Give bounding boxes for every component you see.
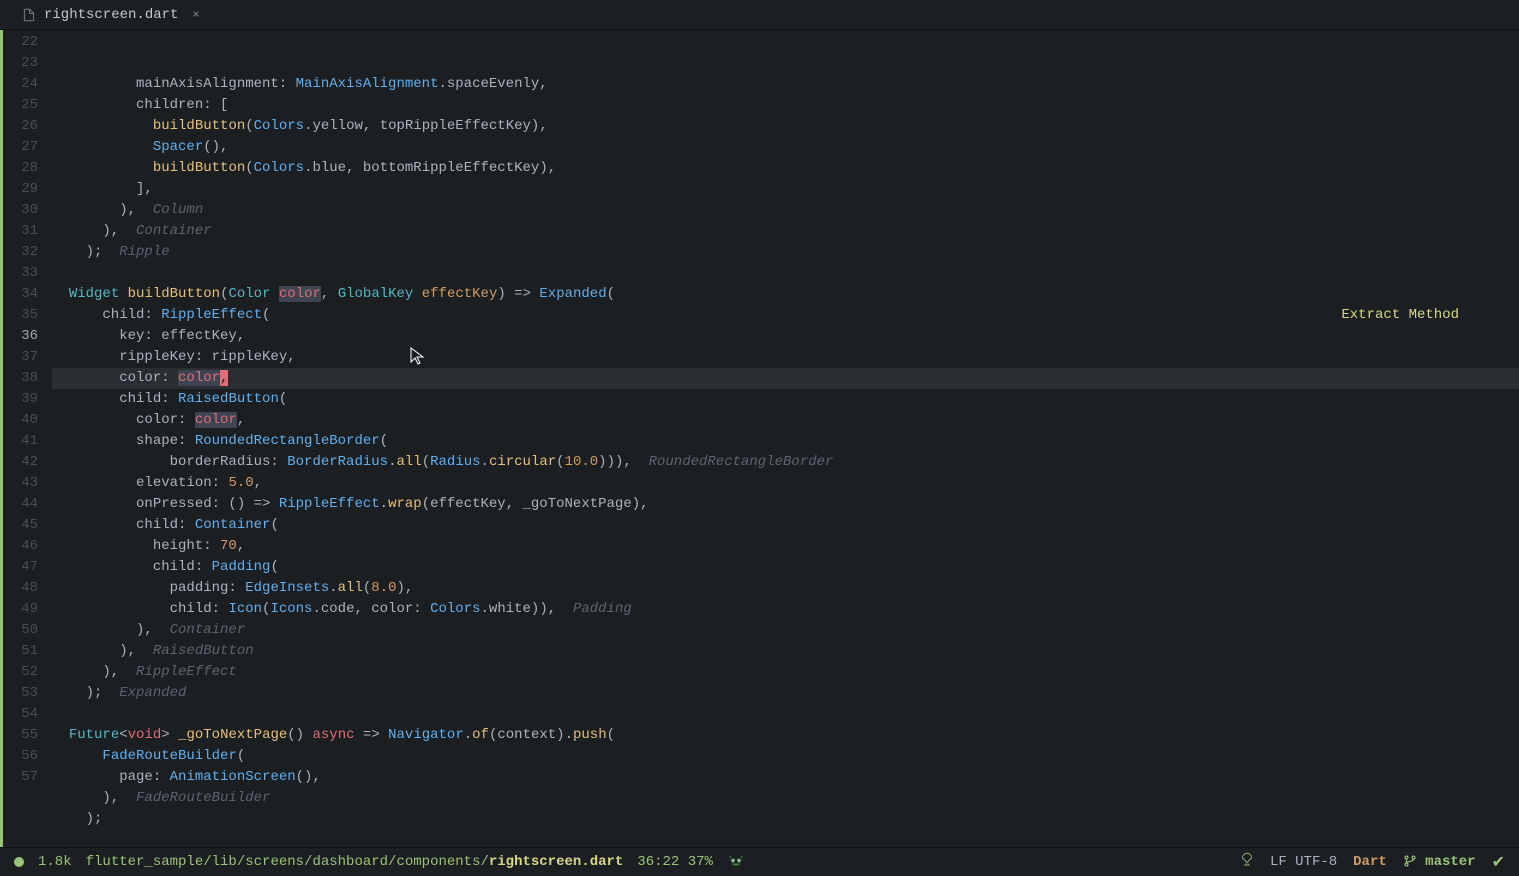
line-number: 57 (3, 767, 38, 788)
line-number: 30 (3, 200, 38, 221)
check-icon[interactable]: ✔ (1492, 852, 1505, 872)
line-number: 23 (3, 53, 38, 74)
code-line[interactable]: onPressed: () => RippleEffect.wrap(effec… (52, 494, 1519, 515)
tab-filename: rightscreen.dart (44, 7, 178, 23)
rocket-icon[interactable] (1240, 852, 1254, 871)
code-line[interactable]: ), RaisedButton (52, 641, 1519, 662)
code-line[interactable]: child: Container( (52, 515, 1519, 536)
file-tab[interactable]: rightscreen.dart × (12, 3, 210, 27)
code-line[interactable]: mainAxisAlignment: MainAxisAlignment.spa… (52, 74, 1519, 95)
code-line[interactable]: shape: RoundedRectangleBorder( (52, 431, 1519, 452)
line-number: 54 (3, 704, 38, 725)
branch-icon (1403, 854, 1417, 868)
language[interactable]: Dart (1353, 854, 1387, 870)
line-number: 50 (3, 620, 38, 641)
code-line[interactable]: color: color, (52, 410, 1519, 431)
line-number: 46 (3, 536, 38, 557)
code-line[interactable]: Spacer(), (52, 137, 1519, 158)
status-bar: 1.8k flutter_sample/lib/screens/dashboar… (0, 847, 1519, 875)
code-line[interactable]: ], (52, 179, 1519, 200)
tab-bar: rightscreen.dart × (0, 0, 1519, 30)
code-line[interactable]: borderRadius: BorderRadius.all(Radius.ci… (52, 452, 1519, 473)
code-line[interactable]: Future<void> _goToNextPage() async => Na… (52, 725, 1519, 746)
code-line[interactable]: ), Container (52, 620, 1519, 641)
line-number: 48 (3, 578, 38, 599)
line-number: 22 (3, 32, 38, 53)
code-content[interactable]: mainAxisAlignment: MainAxisAlignment.spa… (52, 30, 1519, 847)
line-number: 40 (3, 410, 38, 431)
code-line[interactable]: elevation: 5.0, (52, 473, 1519, 494)
code-line[interactable]: child: Padding( (52, 557, 1519, 578)
code-line[interactable]: ); Ripple (52, 242, 1519, 263)
encoding[interactable]: LF UTF-8 (1270, 854, 1337, 870)
line-number: 41 (3, 431, 38, 452)
line-number: 37 (3, 347, 38, 368)
code-line[interactable]: padding: EdgeInsets.all(8.0), (52, 578, 1519, 599)
line-number: 38 (3, 368, 38, 389)
file-path[interactable]: flutter_sample/lib/screens/dashboard/com… (86, 854, 624, 870)
line-number-gutter: 2223242526272829303132333435363738394041… (0, 30, 52, 847)
line-number: 36 (3, 326, 38, 347)
code-line[interactable]: Widget buildButton(Color color, GlobalKe… (52, 284, 1519, 305)
line-number: 35 (3, 305, 38, 326)
line-number: 32 (3, 242, 38, 263)
code-line[interactable]: key: effectKey, (52, 326, 1519, 347)
code-line[interactable]: ), RippleEffect (52, 662, 1519, 683)
code-line[interactable] (52, 704, 1519, 725)
code-line[interactable]: page: AnimationScreen(), (52, 767, 1519, 788)
line-number: 33 (3, 263, 38, 284)
line-number: 44 (3, 494, 38, 515)
code-line[interactable]: ), Container (52, 221, 1519, 242)
code-line[interactable]: height: 70, (52, 536, 1519, 557)
status-dot-icon (14, 857, 24, 867)
line-number: 45 (3, 515, 38, 536)
line-number: 56 (3, 746, 38, 767)
file-size: 1.8k (38, 854, 72, 870)
line-number: 42 (3, 452, 38, 473)
code-line[interactable]: FadeRouteBuilder( (52, 746, 1519, 767)
code-line[interactable]: ); (52, 809, 1519, 830)
code-line[interactable]: children: [ (52, 95, 1519, 116)
code-line[interactable]: child: Icon(Icons.code, color: Colors.wh… (52, 599, 1519, 620)
line-number: 51 (3, 641, 38, 662)
line-number: 49 (3, 599, 38, 620)
line-number: 31 (3, 221, 38, 242)
editor-area[interactable]: 2223242526272829303132333435363738394041… (0, 30, 1519, 847)
code-line[interactable]: child: RaisedButton( (52, 389, 1519, 410)
code-line[interactable]: buildButton(Colors.yellow, topRippleEffe… (52, 116, 1519, 137)
line-number: 55 (3, 725, 38, 746)
line-number: 47 (3, 557, 38, 578)
line-number: 43 (3, 473, 38, 494)
line-number: 53 (3, 683, 38, 704)
line-number: 39 (3, 389, 38, 410)
owl-icon[interactable] (727, 853, 745, 871)
close-icon[interactable]: × (192, 8, 199, 22)
code-action-hint[interactable]: Extract Method (1341, 305, 1459, 326)
code-line[interactable]: ); Expanded (52, 683, 1519, 704)
line-number: 34 (3, 284, 38, 305)
code-line[interactable]: buildButton(Colors.blue, bottomRippleEff… (52, 158, 1519, 179)
code-line[interactable]: ), Column (52, 200, 1519, 221)
code-line[interactable]: color: color, (52, 368, 1519, 389)
code-line[interactable]: rippleKey: rippleKey, (52, 347, 1519, 368)
code-line[interactable]: child: RippleEffect( (52, 305, 1519, 326)
code-line[interactable]: ), FadeRouteBuilder (52, 788, 1519, 809)
line-number: 27 (3, 137, 38, 158)
line-number: 24 (3, 74, 38, 95)
line-number: 29 (3, 179, 38, 200)
cursor-position: 36:22 37% (637, 854, 713, 870)
line-number: 25 (3, 95, 38, 116)
git-branch[interactable]: master (1403, 854, 1476, 870)
line-number: 28 (3, 158, 38, 179)
line-number: 52 (3, 662, 38, 683)
file-icon (22, 8, 36, 22)
line-number: 26 (3, 116, 38, 137)
code-line[interactable] (52, 263, 1519, 284)
